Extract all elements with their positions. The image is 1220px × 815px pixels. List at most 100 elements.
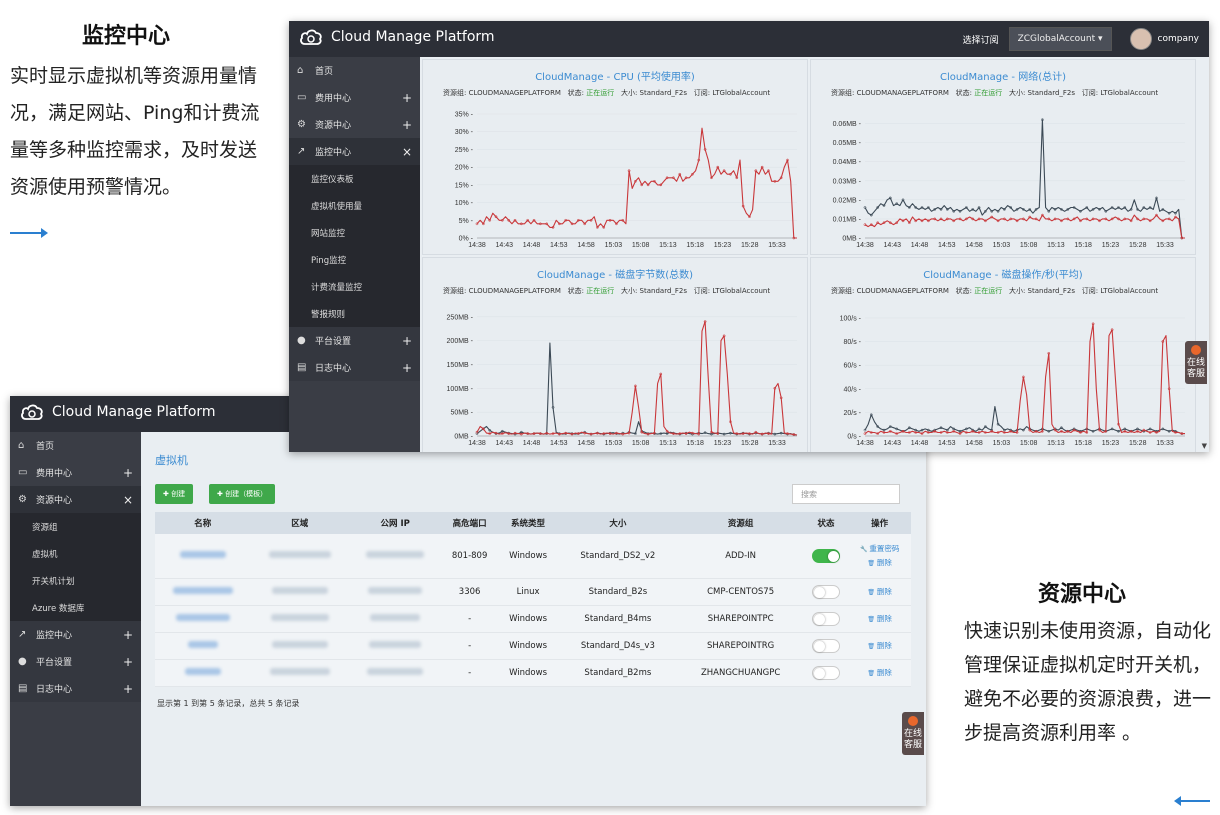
expand-icon[interactable]: + [123, 628, 133, 642]
user-name[interactable]: company [1158, 34, 1199, 44]
series-line [476, 320, 798, 436]
table-row[interactable]: 3306 Linux Standard_B2s CMP-CENTOS75 🗑 删除 [155, 578, 911, 606]
collapse-icon[interactable]: × [402, 145, 412, 159]
chart-title: CloudManage - CPU (平均使用率) [535, 72, 695, 83]
column-header[interactable]: 大小 [558, 512, 678, 534]
power-toggle[interactable] [812, 611, 840, 626]
create-from-template-button[interactable]: ✚ 创建（模板） [209, 484, 276, 504]
table-row[interactable]: - Windows Standard_B2ms ZHANGCHUANGPC 🗑 删除 [155, 659, 911, 687]
cell-name-redacted[interactable] [155, 605, 251, 633]
create-template-label: 创建（模板） [225, 490, 268, 498]
delete-link[interactable]: 🗑 删除 [848, 585, 911, 599]
meta-size: Standard_F2s [639, 89, 688, 97]
y-tick-label: 25% - [455, 147, 474, 154]
sidebar-item[interactable]: ▭ 费用中心 + [289, 84, 420, 111]
sidebar-item[interactable]: ▭ 费用中心 + [10, 459, 141, 486]
sidebar-subitem[interactable]: 网站监控 [289, 219, 420, 246]
sidebar-item[interactable]: ⚙ 资源中心 + [289, 111, 420, 138]
meta-group: CLOUDMANAGEPLATFORM [468, 89, 561, 97]
resource-meta: 资源组: CLOUDMANAGEPLATFORM 状态: 正在运行 大小: St… [831, 286, 1158, 296]
expand-icon[interactable]: + [123, 466, 133, 480]
sidebar-item-label: 平台设置 [36, 658, 73, 668]
delete-link[interactable]: 🗑 删除 [848, 556, 911, 570]
sidebar-item[interactable]: ⌂ 首页 [10, 432, 141, 459]
cell-name-redacted[interactable] [155, 534, 251, 579]
x-tick-label: 14:38 [856, 242, 874, 249]
sidebar-subitem[interactable]: 虚拟机使用量 [289, 192, 420, 219]
y-tick-label: 100/s - [840, 315, 862, 322]
search-input[interactable]: 搜索 [792, 484, 900, 504]
brand[interactable]: Cloud Manage Platform [20, 402, 216, 422]
expand-icon[interactable]: + [123, 655, 133, 669]
create-button-label: 创建 [171, 490, 186, 498]
sidebar-item[interactable]: ● 平台设置 + [289, 327, 420, 354]
column-header[interactable]: 高危端口 [441, 512, 498, 534]
power-toggle[interactable] [812, 665, 840, 680]
delete-link[interactable]: 🗑 删除 [848, 639, 911, 653]
expand-icon[interactable]: + [123, 682, 133, 696]
sidebar-item[interactable]: ↗ 监控中心 + [10, 621, 141, 648]
sidebar-subitem[interactable]: Ping监控 [289, 246, 420, 273]
table-row[interactable]: - Windows Standard_B4ms SHAREPOINTPC 🗑 删除 [155, 605, 911, 633]
y-tick-label: 5% - [459, 218, 474, 225]
cell-ip-redacted [349, 659, 442, 687]
monitor-section-description: 实时显示虚拟机等资源用量情况，满足网站、Ping和计费流量等多种监控需求，及时发… [10, 65, 260, 198]
expand-icon[interactable]: + [402, 334, 412, 348]
sidebar-item[interactable]: ⌂ 首页 [289, 57, 420, 84]
column-header[interactable]: 资源组 [677, 512, 804, 534]
sidebar-subitem[interactable]: Azure 数据库 [10, 594, 141, 621]
sidebar-subitem[interactable]: 开关机计划 [10, 567, 141, 594]
create-button[interactable]: ✚ 创建 [155, 484, 194, 504]
sidebar-item[interactable]: ↗ 监控中心 × [289, 138, 420, 165]
monitor-section-title: 监控中心 [82, 24, 171, 49]
account-select[interactable]: ZCGlobalAccount ▾ [1008, 27, 1112, 51]
collapse-icon[interactable]: × [123, 493, 133, 507]
cell-ip-redacted [349, 632, 442, 660]
brand[interactable]: Cloud Manage Platform [299, 27, 495, 47]
delete-link[interactable]: 🗑 删除 [848, 666, 911, 680]
sidebar-subitem[interactable]: 警报规则 [289, 300, 420, 327]
sidebar-item[interactable]: ▤ 日志中心 + [10, 675, 141, 702]
power-toggle[interactable] [812, 584, 840, 599]
avatar[interactable] [1129, 28, 1152, 50]
column-header[interactable]: 公网 IP [349, 512, 442, 534]
cell-name-redacted[interactable] [155, 659, 251, 687]
sidebar-item[interactable]: ⚙ 资源中心 × [10, 486, 141, 513]
sidebar-subitem[interactable]: 资源组 [10, 513, 141, 540]
column-header[interactable]: 操作 [848, 512, 911, 534]
column-header[interactable]: 名称 [155, 512, 251, 534]
sidebar-subitem[interactable]: 虚拟机 [10, 540, 141, 567]
action-label: 删除 [876, 667, 892, 677]
power-toggle[interactable] [812, 638, 840, 653]
sidebar-subitem[interactable]: 监控仪表板 [289, 165, 420, 192]
plus-icon: ✚ [217, 490, 226, 498]
cell-status [803, 659, 849, 687]
sidebar-subitem[interactable]: 计费流量监控 [289, 273, 420, 300]
cell-name-redacted[interactable] [155, 578, 251, 606]
arrow-right-icon [10, 228, 48, 238]
column-header[interactable]: 区域 [250, 512, 350, 534]
cell-os: Windows [497, 605, 559, 633]
sidebar-item[interactable]: ● 平台设置 + [10, 648, 141, 675]
delete-link[interactable]: 🗑 删除 [848, 612, 911, 626]
expand-icon[interactable]: + [402, 361, 412, 375]
reset-password-link[interactable]: 🔧 重置密码 [848, 542, 911, 556]
table-row[interactable]: 801-809 Windows Standard_DS2_v2 ADD-IN 🔧 重置密… [155, 534, 911, 579]
scroll-down-icon[interactable]: ▼ [1202, 442, 1207, 450]
sidebar: ⌂ 首页 ▭ 费用中心 + ⚙ 资源中心 × 资源组 虚拟机 开关机计划 Azure 数据库 ↗ 监控… [10, 432, 141, 806]
expand-icon[interactable]: + [402, 118, 412, 132]
resource-section-description: 快速识别未使用资源，自动化管理保证虚拟机定时开关机，避免不必要的资源浪费，进一步… [964, 620, 1212, 744]
expand-icon[interactable]: + [402, 91, 412, 105]
x-tick-label: 15:08 [632, 440, 650, 447]
sidebar-item[interactable]: ▤ 日志中心 + [289, 354, 420, 381]
table-row[interactable]: - Windows Standard_D4s_v3 SHAREPOINTRG 🗑 删除 [155, 632, 911, 660]
cell-resource-group: SHAREPOINTPC [677, 605, 804, 633]
column-header[interactable]: 系统类型 [497, 512, 559, 534]
column-header[interactable]: 状态 [803, 512, 849, 534]
cell-name-redacted[interactable] [155, 632, 251, 660]
online-service-tab[interactable]: 在线客服 [902, 712, 924, 755]
power-toggle[interactable] [812, 548, 840, 563]
x-tick-label: 15:33 [768, 242, 786, 249]
online-service-tab[interactable]: 在线客服 [1185, 341, 1207, 384]
redacted-text [269, 667, 330, 675]
